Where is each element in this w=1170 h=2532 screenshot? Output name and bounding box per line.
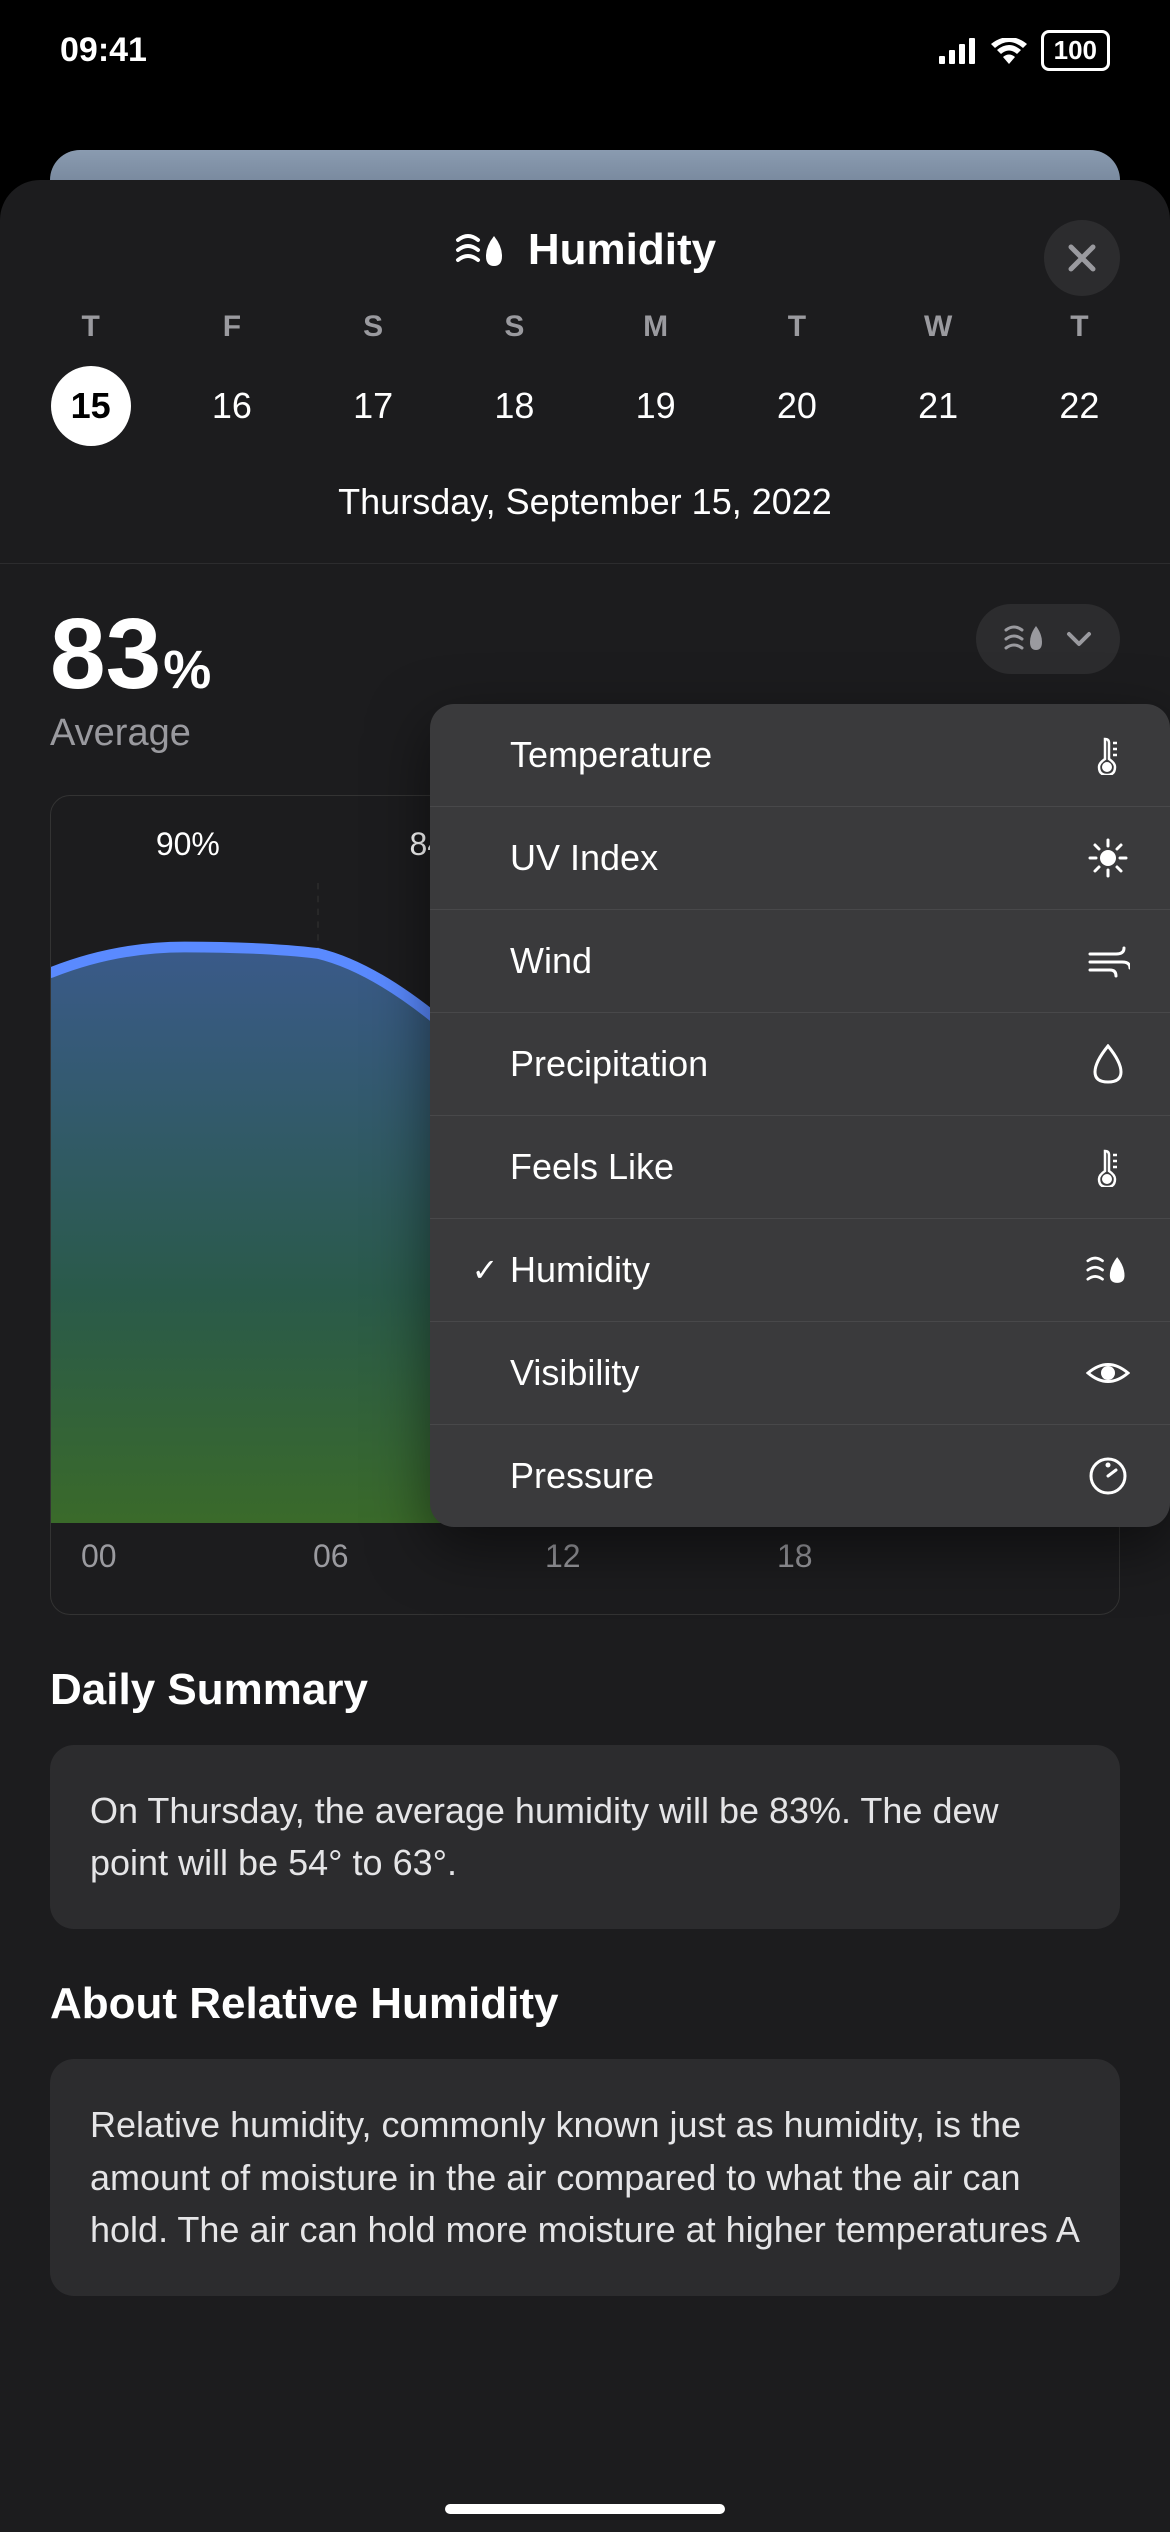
day-22[interactable]: T 22 <box>1034 310 1124 446</box>
day-letter: W <box>924 310 952 344</box>
humidity-icon <box>1004 622 1048 656</box>
dropdown-item-temperature[interactable]: Temperature <box>430 704 1170 807</box>
about-title: About Relative Humidity <box>50 1979 1120 2029</box>
checkmark-icon: ✓ <box>460 1251 510 1289</box>
dropdown-item-visibility[interactable]: Visibility <box>430 1322 1170 1425</box>
day-20[interactable]: T 20 <box>752 310 842 446</box>
day-15[interactable]: T 15 <box>46 310 136 446</box>
day-19[interactable]: M 19 <box>611 310 701 446</box>
metric-toggle[interactable] <box>976 604 1120 674</box>
dropdown-item-wind[interactable]: Wind <box>430 910 1170 1013</box>
day-number: 19 <box>616 366 696 446</box>
dropdown-label: UV Index <box>510 837 1086 879</box>
thermometer-icon <box>1086 735 1130 775</box>
dropdown-label: Pressure <box>510 1455 1086 1497</box>
dropdown-item-pressure[interactable]: Pressure <box>430 1425 1170 1527</box>
day-number: 17 <box>333 366 413 446</box>
day-letter: T <box>788 310 806 344</box>
dropdown-label: Feels Like <box>510 1146 1086 1188</box>
main-content: 83 % Average 90% 84 <box>0 564 1170 2336</box>
dropdown-item-feels-like[interactable]: Feels Like <box>430 1116 1170 1219</box>
detail-sheet: Humidity T 15 F 16 S 17 S 18 M 19 T 20 W 21 T 22 Thursd… <box>0 180 1170 2532</box>
drop-icon <box>1086 1044 1130 1084</box>
stat-unit: % <box>163 639 211 701</box>
day-number: 15 <box>51 366 131 446</box>
day-16[interactable]: F 16 <box>187 310 277 446</box>
day-letter: M <box>643 310 668 344</box>
day-18[interactable]: S 18 <box>469 310 559 446</box>
full-date: Thursday, September 15, 2022 <box>0 481 1170 563</box>
status-bar: 09:41 100 <box>0 0 1170 91</box>
dropdown-label: Visibility <box>510 1352 1086 1394</box>
sun-icon <box>1086 838 1130 878</box>
day-letter: T <box>81 310 99 344</box>
day-number: 18 <box>474 366 554 446</box>
wifi-icon <box>991 38 1027 64</box>
day-number: 22 <box>1039 366 1119 446</box>
status-icons: 100 <box>939 30 1110 71</box>
stat-label: Average <box>50 712 211 755</box>
chart-x-axis: 00 06 12 18 <box>51 1523 1119 1595</box>
day-21[interactable]: W 21 <box>893 310 983 446</box>
close-button[interactable] <box>1044 220 1120 296</box>
dropdown-label: Temperature <box>510 734 1086 776</box>
gauge-icon <box>1086 1456 1130 1496</box>
dropdown-item-precipitation[interactable]: Precipitation <box>430 1013 1170 1116</box>
main-stat: 83 % Average <box>50 604 211 755</box>
summary-card: On Thursday, the average humidity will b… <box>50 1745 1120 1929</box>
status-time: 09:41 <box>60 31 147 70</box>
about-card: Relative humidity, commonly known just a… <box>50 2059 1120 2296</box>
dropdown-label: Humidity <box>510 1249 1086 1291</box>
eye-icon <box>1086 1358 1130 1388</box>
sheet-header: Humidity <box>0 180 1170 310</box>
dropdown-label: Wind <box>510 940 1086 982</box>
summary-title: Daily Summary <box>50 1665 1120 1715</box>
dropdown-label: Precipitation <box>510 1043 1086 1085</box>
humidity-icon <box>454 228 510 272</box>
page-title: Humidity <box>454 225 716 275</box>
dropdown-item-uv-index[interactable]: UV Index <box>430 807 1170 910</box>
close-icon <box>1067 243 1097 273</box>
stat-value: 83 <box>50 604 161 704</box>
day-17[interactable]: S 17 <box>328 310 418 446</box>
day-letter: T <box>1070 310 1088 344</box>
day-letter: S <box>363 310 383 344</box>
metric-dropdown: Temperature UV Index Wind Precipitation Feel… <box>430 704 1170 1527</box>
battery-indicator: 100 <box>1041 30 1110 71</box>
day-number: 16 <box>192 366 272 446</box>
humidity-icon <box>1086 1252 1130 1288</box>
chevron-down-icon <box>1066 631 1092 647</box>
day-number: 21 <box>898 366 978 446</box>
day-letter: S <box>504 310 524 344</box>
wind-icon <box>1086 944 1130 978</box>
dropdown-item-humidity[interactable]: ✓Humidity <box>430 1219 1170 1322</box>
thermometer-icon <box>1086 1147 1130 1187</box>
home-indicator[interactable] <box>445 2504 725 2514</box>
day-number: 20 <box>757 366 837 446</box>
day-letter: F <box>223 310 241 344</box>
cellular-icon <box>939 38 977 64</box>
day-selector: T 15 F 16 S 17 S 18 M 19 T 20 W 21 T 22 <box>0 310 1170 446</box>
